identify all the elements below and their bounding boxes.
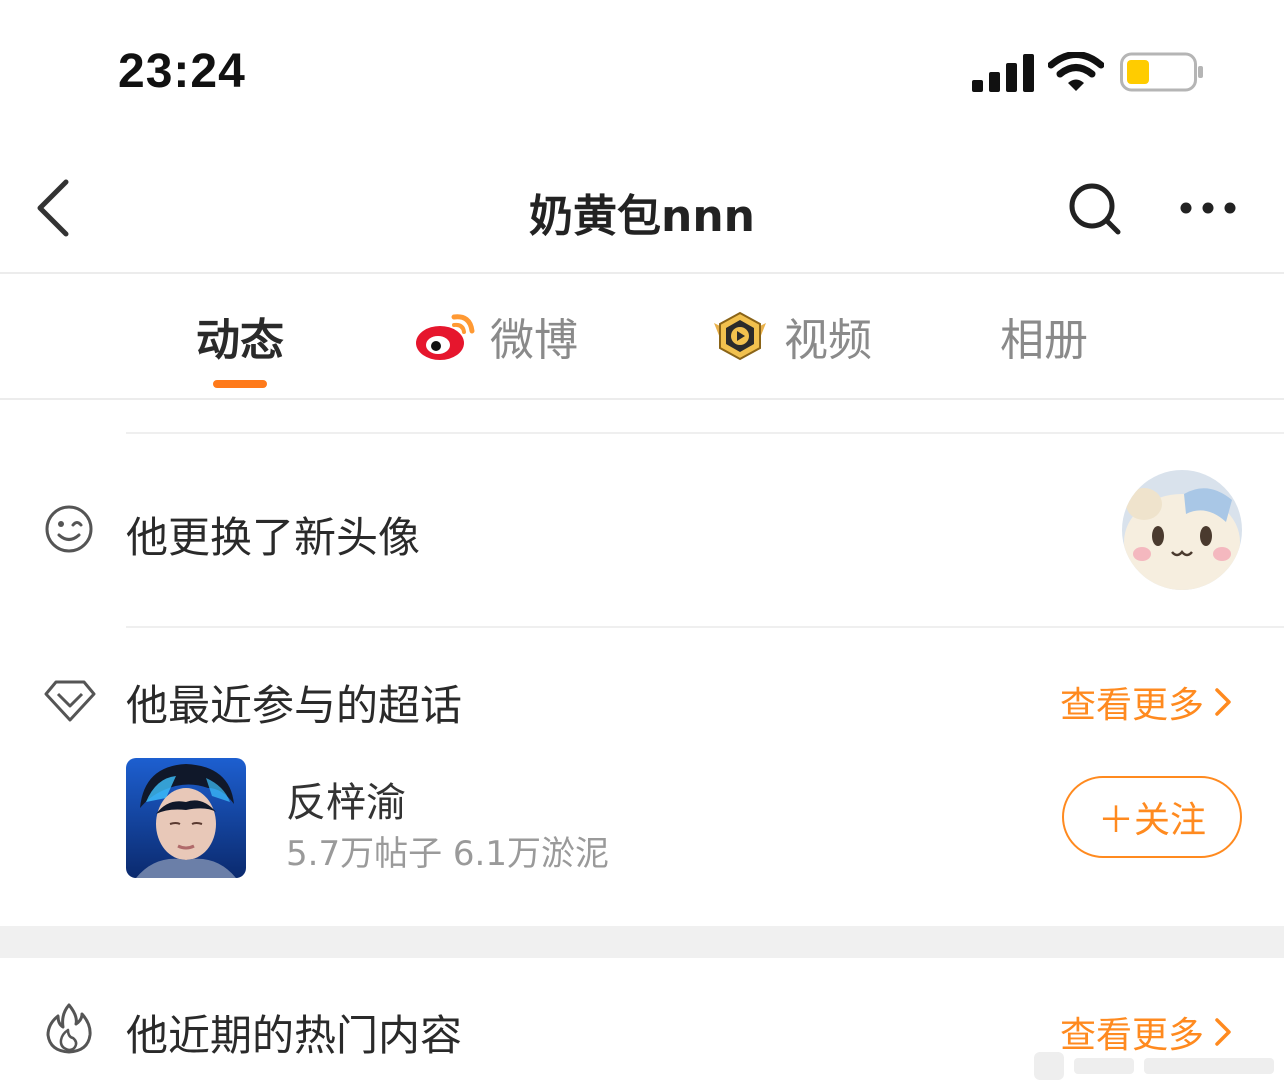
tab-label: 微博 xyxy=(490,315,578,366)
active-tab-indicator xyxy=(213,380,267,388)
search-icon[interactable] xyxy=(1066,180,1122,236)
status-time: 23:24 xyxy=(118,45,246,98)
see-more-link[interactable]: 查看更多 xyxy=(1060,676,1234,728)
topic-name[interactable]: 反梓渝 xyxy=(286,770,406,828)
diamond-icon xyxy=(44,680,96,722)
wink-face-icon xyxy=(45,505,93,553)
follow-button[interactable]: ＋关注 xyxy=(1062,776,1242,858)
super-topics-title: 他最近参与的超话 xyxy=(126,681,463,730)
ellipsis-icon[interactable] xyxy=(1176,196,1240,220)
tab-label: 相册 xyxy=(1000,315,1088,366)
section-separator xyxy=(0,926,1284,958)
status-bar: 23:24 xyxy=(0,0,1284,140)
watermark xyxy=(1034,1052,1274,1080)
super-topics-section: 他最近参与的超话 查看更多 反梓渝 5.7万帖子 6.1万淤泥 ＋关注 xyxy=(0,628,1284,926)
cellular-signal-icon xyxy=(972,54,1034,92)
flame-icon xyxy=(46,1003,92,1054)
avatar-change-row[interactable]: 他更换了新头像 xyxy=(0,434,1284,628)
nav-bar: 奶黄包nnn xyxy=(0,140,1284,274)
tab-album[interactable]: 相册 xyxy=(1000,308,1088,366)
hot-content-title: 他近期的热门内容 xyxy=(126,1011,463,1060)
topic-thumbnail[interactable] xyxy=(126,758,246,878)
avatar-change-text: 他更换了新头像 xyxy=(126,513,421,562)
topic-stats: 5.7万帖子 6.1万淤泥 xyxy=(286,834,609,874)
weibo-logo-icon xyxy=(416,314,475,360)
see-more-label: 查看更多 xyxy=(1059,685,1204,726)
tab-label: 视频 xyxy=(784,315,872,366)
battery-icon xyxy=(1120,52,1203,92)
tab-label: 动态 xyxy=(196,315,284,366)
tab-dynamic[interactable]: 动态 xyxy=(196,308,284,366)
avatar[interactable] xyxy=(1122,470,1242,590)
video-badge-icon xyxy=(714,311,766,361)
tab-weibo[interactable]: 微博 xyxy=(414,308,578,366)
chevron-right-icon xyxy=(1215,1018,1231,1046)
chevron-right-icon xyxy=(1215,688,1231,716)
profile-tabs: 动态 微博 视频 相册 xyxy=(0,274,1284,400)
wifi-icon xyxy=(1048,52,1104,91)
tab-video[interactable]: 视频 xyxy=(708,308,872,366)
